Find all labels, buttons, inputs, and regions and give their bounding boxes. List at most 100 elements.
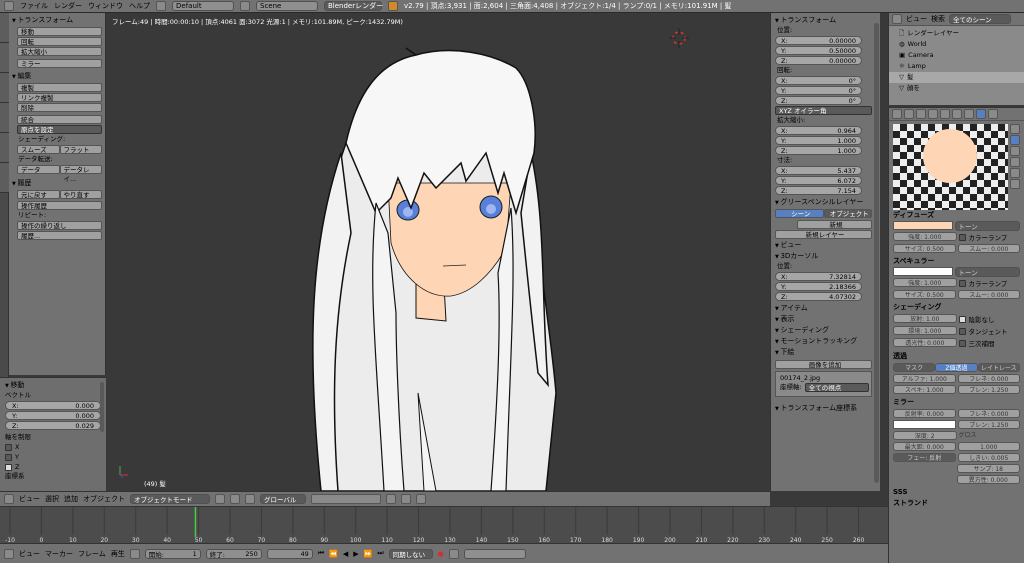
cursor-y-field[interactable]: Y: 2.18366 <box>775 282 862 291</box>
material-preview[interactable] <box>893 124 1008 210</box>
edit-header[interactable]: 編集 <box>12 71 102 82</box>
render-preview-icon[interactable] <box>416 494 426 504</box>
depth-field[interactable]: 深度: 2 <box>893 431 957 440</box>
item-panel-header[interactable]: アイテム <box>775 303 876 314</box>
info-editor-icon[interactable] <box>4 1 14 11</box>
sss-header[interactable]: SSS <box>889 487 1024 498</box>
specular-size-field[interactable]: サイズ: 0.500 <box>893 290 956 299</box>
diffuse-shader-select[interactable]: トーン <box>954 221 1020 231</box>
scale-z-field[interactable]: Z: 1.000 <box>775 146 862 155</box>
scene-field[interactable]: Scene <box>256 1 318 11</box>
duplicate-linked-button[interactable]: リンク複製 <box>17 93 102 102</box>
anisotropic-field[interactable]: 異方性: 0.000 <box>956 475 1020 484</box>
diffuse-smooth-field[interactable]: スムー: 0.000 <box>957 244 1020 253</box>
dimensions-y-field[interactable]: Y: 6.072 <box>775 176 862 185</box>
translucency-field[interactable]: 透光性: 0.000 <box>893 338 957 347</box>
duplicate-button[interactable]: 複製 <box>17 83 102 92</box>
blend-field[interactable]: ブレン: 1.250 <box>957 385 1020 394</box>
outliner-filter-select[interactable]: 全てのシーン <box>949 14 1011 24</box>
strand-header[interactable]: ストランド <box>889 498 1024 509</box>
rotation-y-field[interactable]: Y: 0° <box>775 86 862 95</box>
diffuse-size-field[interactable]: サイズ: 0.500 <box>893 244 956 253</box>
set-origin-dropdown[interactable]: 原点を設定 <box>17 125 102 134</box>
record-icon[interactable]: ● <box>438 550 444 558</box>
rotation-z-field[interactable]: Z: 0° <box>775 96 862 105</box>
outliner-row-renderlayers[interactable]: 🗋 レンダーレイヤー <box>889 28 1024 39</box>
next-key-icon[interactable]: ⏩ <box>364 550 373 558</box>
alpha-field[interactable]: アルファ: 1.000 <box>893 374 956 383</box>
join-button[interactable]: 統合 <box>17 115 102 124</box>
outliner-row-hair[interactable]: ▽ 髪 <box>889 72 1024 83</box>
location-z-field[interactable]: Z: 0.00000 <box>775 56 862 65</box>
menu-marker[interactable]: マーカー <box>45 549 73 559</box>
menu-add[interactable]: 追加 <box>64 494 78 504</box>
rotate-button[interactable]: 回転 <box>17 37 102 46</box>
jump-end-icon[interactable]: ⏭ <box>377 549 383 558</box>
delete-button[interactable]: 削除 <box>17 103 102 112</box>
render-tab-icon[interactable] <box>904 109 914 119</box>
rotation-mode-select[interactable]: XYZ オイラー角 <box>775 106 872 115</box>
gp-new-layer-button[interactable]: 新規レイヤー <box>775 230 872 239</box>
rotation-x-field[interactable]: X: 0° <box>775 76 862 85</box>
specular-color-swatch[interactable] <box>893 267 953 276</box>
preview-hair-icon[interactable] <box>1010 168 1020 178</box>
constraint-x-checkbox[interactable]: X <box>5 442 101 452</box>
preview-sky-icon[interactable] <box>1010 179 1020 189</box>
vector-y-field[interactable]: Y: 0.000 <box>5 411 101 420</box>
tab-tools[interactable] <box>0 13 9 43</box>
specular-smooth-field[interactable]: スムー: 0.000 <box>957 290 1020 299</box>
texture-tab-icon[interactable] <box>988 109 998 119</box>
play-reverse-icon[interactable]: ◀ <box>343 550 348 558</box>
outliner-view-menu[interactable]: ビュー <box>906 14 927 24</box>
mirror-color-swatch[interactable] <box>893 420 956 429</box>
redo-button[interactable]: やり直す <box>59 190 102 199</box>
prev-key-icon[interactable]: ⏪ <box>329 550 338 558</box>
shading-header[interactable]: シェーディング <box>889 302 1024 313</box>
diffuse-color-swatch[interactable] <box>893 221 953 230</box>
mirror-header[interactable]: ミラー <box>889 397 1024 408</box>
timeline-ruler[interactable]: -10 0 10 20 30 40 50 60 70 80 90 100 110 120 130 140 150… <box>0 507 888 544</box>
shadeless-checkbox[interactable]: 陰影なし <box>958 314 1021 324</box>
grease-pencil-header[interactable]: グリースペンシルレイヤー <box>775 197 876 208</box>
manipulator-icon[interactable] <box>245 494 255 504</box>
add-image-button[interactable]: 画像を追加 <box>775 360 872 369</box>
3d-viewport[interactable]: フレーム:49 | 時間:00:00:10 | 頂点:4061 面:3072 光… <box>106 13 770 491</box>
scale-button[interactable]: 拡大縮小 <box>17 47 102 56</box>
properties-editor-icon[interactable] <box>892 109 902 119</box>
layers-icon[interactable] <box>311 494 381 504</box>
snap-icon[interactable] <box>386 494 396 504</box>
threshold-field[interactable]: しきい: 0.005 <box>957 453 1020 462</box>
cursor-z-field[interactable]: Z: 4.07302 <box>775 292 862 301</box>
outliner-row-camera[interactable]: ▣ Camera <box>889 50 1024 61</box>
preview-flat-icon[interactable] <box>1010 135 1020 145</box>
preview-range-icon[interactable] <box>129 548 140 559</box>
cursor-x-field[interactable]: X: 7.32814 <box>775 272 862 281</box>
reflectivity-field[interactable]: 反射率: 0.000 <box>893 409 956 418</box>
tab-physics[interactable] <box>0 133 9 163</box>
fade-select[interactable]: フェー: 反射 <box>893 453 956 462</box>
tab-animation[interactable] <box>0 103 9 133</box>
menu-file[interactable]: ファイル <box>20 1 48 11</box>
specular-shader-select[interactable]: トーン <box>954 267 1020 277</box>
outliner-editor-icon[interactable] <box>892 14 902 24</box>
location-x-field[interactable]: X: 0.00000 <box>775 36 862 45</box>
history-button[interactable]: 履歴... <box>17 231 102 240</box>
keying-set-field[interactable] <box>463 548 526 559</box>
specular-alpha-field[interactable]: スペキ: 1.000 <box>893 385 956 394</box>
scale-y-field[interactable]: Y: 1.000 <box>775 136 862 145</box>
emit-field[interactable]: 放射: 1.00 <box>893 314 957 323</box>
gloss-amount-field[interactable]: 1.000 <box>957 442 1020 451</box>
mirror-blend-field[interactable]: ブレン: 1.250 <box>957 420 1020 429</box>
transparency-header[interactable]: 透過 <box>889 351 1024 362</box>
preview-sphere-icon[interactable] <box>1010 124 1020 134</box>
history-header[interactable]: 履歴 <box>12 178 102 189</box>
specular-header[interactable]: スペキュラー <box>889 256 1024 267</box>
diffuse-intensity-field[interactable]: 強度: 1.000 <box>893 232 957 241</box>
mirror-button[interactable]: ミラー <box>17 59 102 68</box>
scale-x-field[interactable]: X: 0.964 <box>775 126 862 135</box>
start-frame-field[interactable]: 開始: 1 <box>144 548 201 559</box>
menu-frame[interactable]: フレーム <box>78 549 106 559</box>
operator-scrollbar[interactable] <box>100 382 104 432</box>
scene-icon[interactable] <box>240 1 250 11</box>
character-model[interactable] <box>106 13 770 491</box>
